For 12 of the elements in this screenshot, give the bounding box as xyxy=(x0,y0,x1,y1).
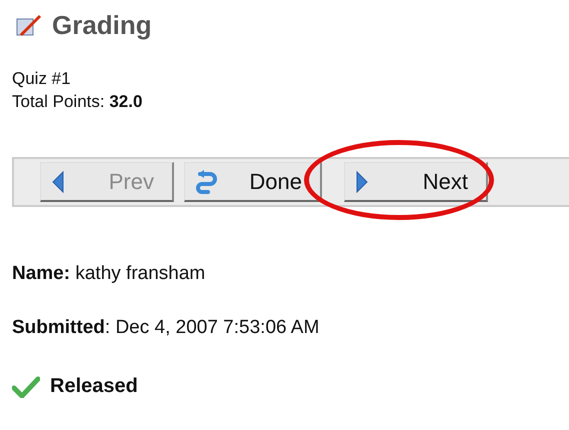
right-arrow-icon xyxy=(355,170,369,192)
total-points: Total Points: 32.0 xyxy=(12,91,142,113)
page-title: Grading xyxy=(52,10,152,41)
detail-line: Submitted: Dec 4, 2007 7:53:06 AM xyxy=(12,317,320,339)
left-arrow-icon xyxy=(51,170,65,192)
next-button[interactable]: Next xyxy=(344,162,488,202)
curved-arrow-icon xyxy=(195,170,219,194)
status-label: Released xyxy=(50,375,138,398)
detail-line: Name: kathy fransham xyxy=(12,263,206,285)
pencil-paper-icon xyxy=(16,12,42,38)
quiz-name: Quiz #1 xyxy=(12,68,71,90)
done-button[interactable]: Done xyxy=(184,162,322,202)
